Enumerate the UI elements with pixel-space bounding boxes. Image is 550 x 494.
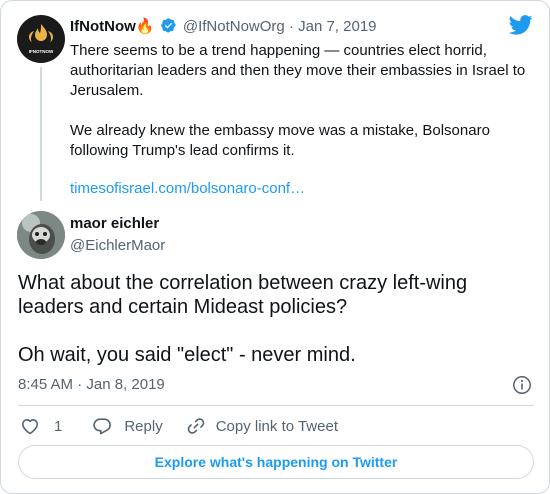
reply-button[interactable]: Reply (92, 416, 163, 436)
parent-paragraph: We already knew the embassy move was a m… (70, 122, 490, 159)
parent-tweet-text: There seems to be a trend happening — co… (70, 41, 530, 181)
parent-paragraph: There seems to be a trend happening — co… (70, 42, 526, 99)
reply-paragraph: Oh wait, you said "elect" - never mind. (18, 344, 356, 366)
parent-tweet-header: IfNotNow🔥 @IfNotNowOrg · Jan 7, 2019 (70, 17, 377, 35)
avatar-logo-text: IFNOTNOW (29, 49, 54, 54)
parent-tweet-date[interactable]: Jan 7, 2019 (298, 18, 376, 35)
heart-icon (22, 419, 38, 435)
twitter-bird-icon[interactable] (509, 15, 533, 35)
parent-author-name[interactable]: IfNotNow🔥 (70, 18, 155, 35)
reply-tweet-text: What about the correlation between crazy… (18, 271, 538, 391)
parent-tweet-link[interactable]: timesofisrael.com/bolsonaro-conf… (70, 180, 305, 197)
copy-link-label: Copy link to Tweet (215, 417, 338, 435)
info-icon[interactable] (512, 375, 532, 395)
tweet-actions: 1 Reply Copy link to Tweet (18, 415, 338, 437)
verified-badge-icon (160, 18, 176, 33)
parent-author-handle[interactable]: @IfNotNowOrg (183, 18, 285, 35)
header-separator: · (288, 18, 294, 35)
divider (18, 405, 534, 406)
like-count: 1 (54, 417, 63, 435)
avatar[interactable]: IFNOTNOW (17, 15, 65, 63)
reply-author-name[interactable]: maor eichler (70, 215, 159, 232)
reply-avatar[interactable] (17, 211, 65, 259)
thread-connector-line (40, 67, 42, 201)
reply-label: Reply (124, 417, 163, 435)
reply-author-handle[interactable]: @EichlerMaor (70, 237, 165, 254)
avatar-photo (17, 211, 65, 259)
copy-link-button[interactable]: Copy link to Tweet (186, 416, 338, 436)
ifnotnow-logo-icon: IFNOTNOW (29, 24, 54, 54)
tweet-timestamp[interactable]: 8:45 AM · Jan 8, 2019 (18, 376, 165, 393)
reply-paragraph: What about the correlation between crazy… (18, 272, 468, 318)
link-icon (187, 418, 205, 434)
tweet-embed-card: IFNOTNOW IfNotNow🔥 @IfNotNowOrg · Jan 7,… (0, 0, 550, 494)
explore-button[interactable]: Explore what's happening on Twitter (18, 445, 534, 479)
like-button[interactable]: 1 (20, 416, 62, 436)
reply-icon (93, 418, 112, 435)
